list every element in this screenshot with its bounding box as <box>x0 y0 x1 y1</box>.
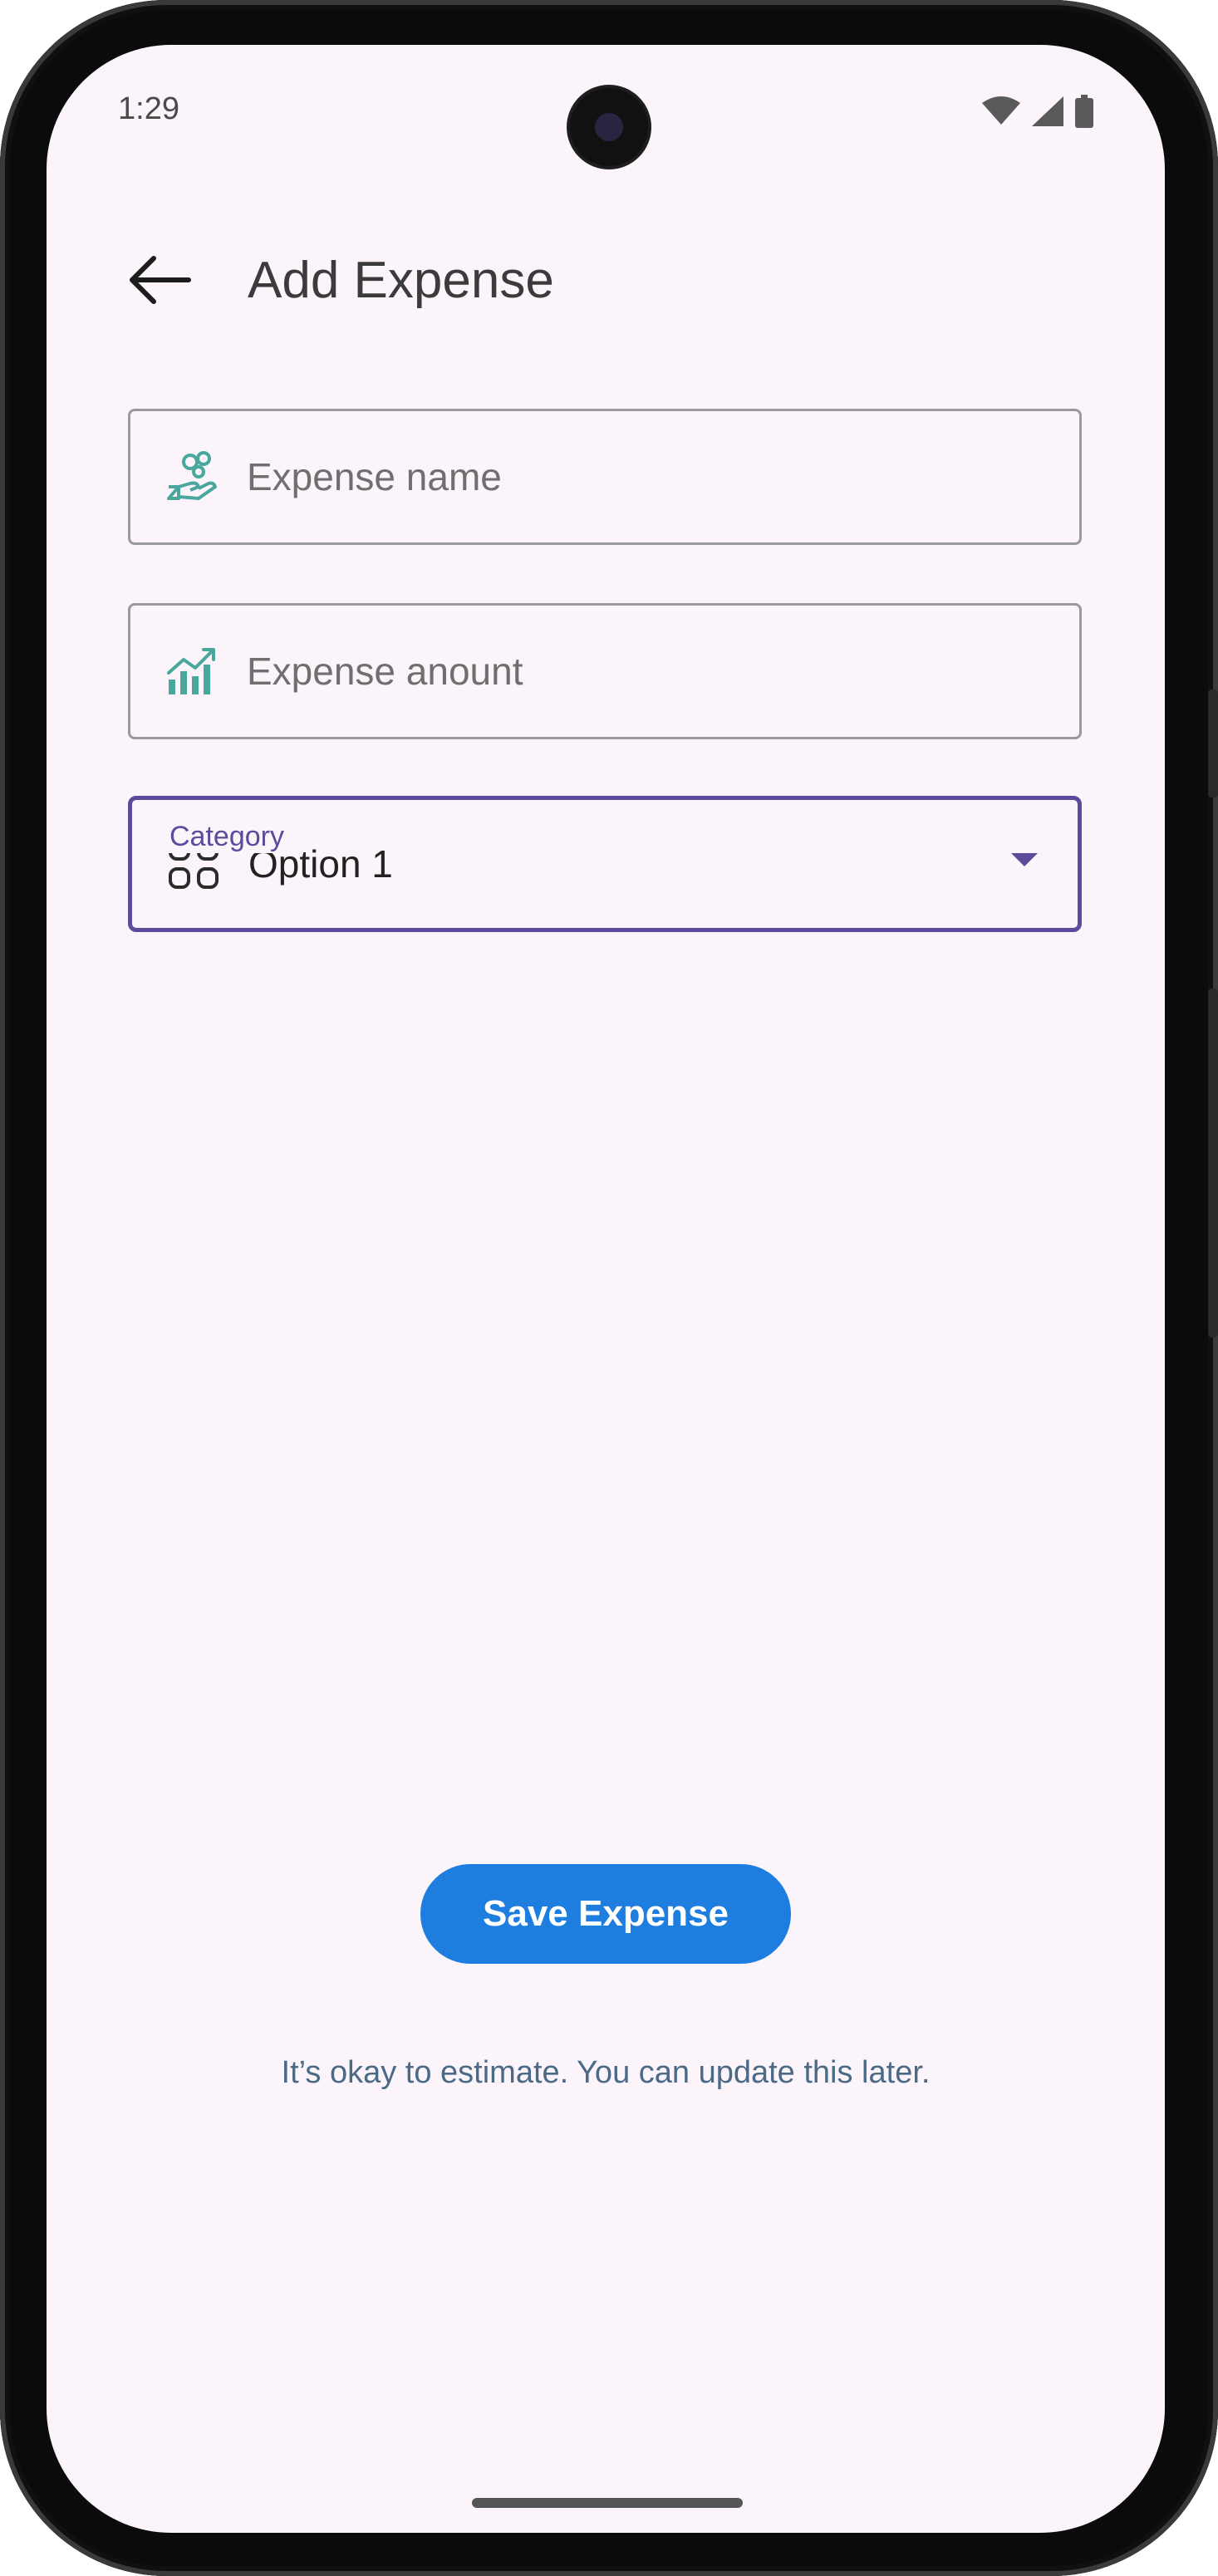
category-select[interactable]: Option 1 <box>128 796 1082 932</box>
back-button[interactable] <box>113 236 204 327</box>
dropdown-arrow-icon[interactable] <box>1011 853 1038 866</box>
category-label: Category <box>160 821 294 853</box>
chart-growth-icon <box>165 645 219 698</box>
expense-name-field[interactable]: Expense name <box>128 409 1082 545</box>
status-time: 1:29 <box>118 91 179 126</box>
home-indicator[interactable] <box>472 2498 743 2508</box>
power-button <box>1208 989 1218 1337</box>
wifi-icon <box>982 96 1020 130</box>
cell-signal-icon <box>1032 96 1063 130</box>
hint-text: It’s okay to estimate. You can update th… <box>281 2055 931 2090</box>
save-expense-button[interactable]: Save Expense <box>420 1864 791 1964</box>
page-title: Add Expense <box>248 252 554 309</box>
front-camera <box>570 88 648 166</box>
expense-amount-placeholder: Expense anount <box>247 650 523 693</box>
status-icons <box>982 95 1093 132</box>
expense-amount-field[interactable]: Expense anount <box>128 603 1082 739</box>
expense-name-placeholder: Expense name <box>247 455 502 498</box>
volume-button <box>1208 689 1218 797</box>
arrow-back-icon <box>125 253 192 311</box>
money-hand-icon <box>165 450 219 503</box>
app-screen: 1:29 Add Expense Expense name Expense an… <box>47 45 1165 2533</box>
battery-icon <box>1075 95 1093 132</box>
phone-frame: 1:29 Add Expense Expense name Expense an… <box>0 0 1218 2576</box>
